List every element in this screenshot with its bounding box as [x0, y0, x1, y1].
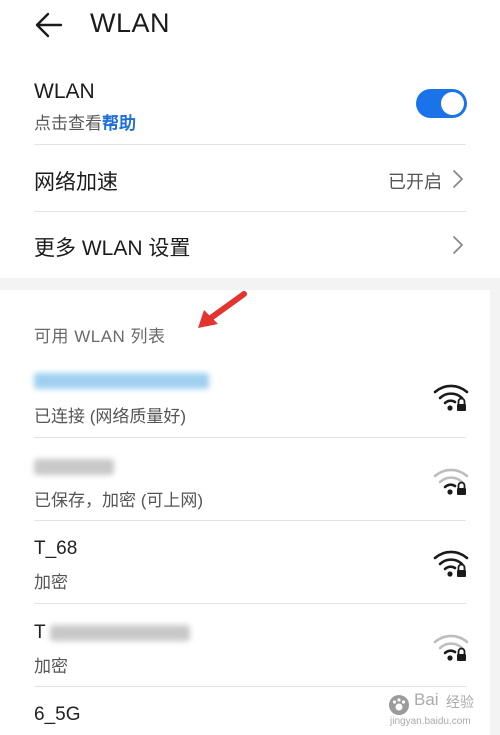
toggle-knob	[441, 92, 464, 115]
watermark: Bai 经验 jingyan.baidu.com	[388, 684, 492, 732]
help-link[interactable]: 帮助	[102, 114, 136, 133]
network-status: 已保存，加密 (可上网)	[34, 491, 204, 510]
header: WLAN	[0, 0, 500, 56]
divider	[34, 437, 466, 438]
page-title: WLAN	[90, 8, 171, 38]
wlan-row-title: WLAN	[34, 80, 95, 103]
redacted-name	[49, 624, 190, 641]
settings-card: WLAN WLAN 点击查看帮助 网络加速 已开启 更多 WLAN 设置	[0, 0, 500, 278]
network-status: 已连接 (网络质量好)	[34, 407, 187, 426]
watermark-url: jingyan.baidu.com	[390, 716, 471, 727]
paw-icon	[389, 695, 409, 715]
network-name	[34, 456, 114, 478]
wlan-row-subtitle: 点击查看帮助	[34, 109, 136, 134]
wifi-lock-icon	[433, 384, 469, 411]
section-label: 可用 WLAN 列表	[34, 327, 166, 346]
arrow-left-icon[interactable]	[34, 10, 64, 40]
red-arrow-icon	[198, 291, 247, 328]
redacted-name	[34, 458, 114, 475]
wlan-toggle[interactable]	[416, 89, 467, 118]
network-accel-title: 网络加速	[34, 171, 118, 194]
divider	[34, 211, 466, 212]
chevron-right-icon	[453, 170, 463, 188]
available-networks-card: 可用 WLAN 列表 已连接 (网络质量好) 已保存，加密 (可上网) T_68…	[0, 290, 490, 735]
network-name: T	[34, 622, 190, 644]
network-accel-value: 已开启	[388, 172, 442, 192]
divider	[34, 144, 466, 145]
network-status: 加密	[34, 573, 68, 592]
wifi-lock-icon	[433, 468, 469, 495]
redacted-name	[34, 372, 209, 389]
watermark-sub: 经验	[446, 694, 474, 710]
network-name: 6_5G	[34, 704, 81, 725]
wifi-lock-icon	[433, 550, 469, 577]
network-name	[34, 370, 209, 392]
divider	[34, 603, 466, 604]
chevron-right-icon	[453, 236, 463, 254]
more-wlan-settings-title: 更多 WLAN 设置	[34, 237, 191, 260]
watermark-brand: Bai	[414, 690, 439, 709]
network-status: 加密	[34, 657, 68, 676]
wifi-lock-icon	[433, 634, 469, 661]
subtitle-prefix: 点击查看	[34, 114, 102, 133]
network-name: T_68	[34, 538, 78, 559]
divider	[34, 520, 466, 521]
